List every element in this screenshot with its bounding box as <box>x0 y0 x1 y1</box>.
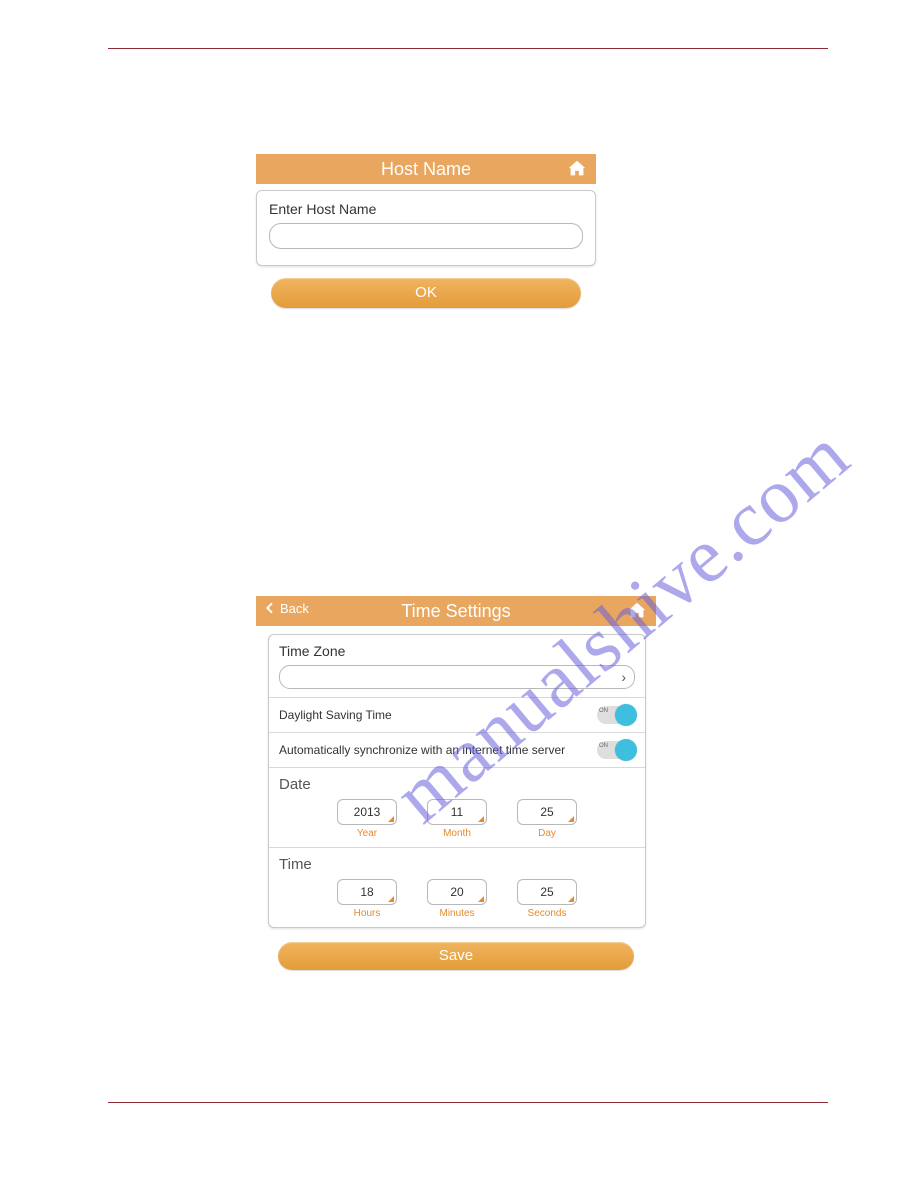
home-icon[interactable] <box>626 600 648 622</box>
time-settings-panel: Back Time Settings Time Zone › Daylight … <box>256 596 656 970</box>
year-item: 2013 Year <box>337 799 397 839</box>
seconds-stepper[interactable]: 25 <box>517 879 577 905</box>
toggle-on-text: ON <box>599 708 608 714</box>
hours-caption: Hours <box>337 908 397 919</box>
toggle-on-text: ON <box>599 743 608 749</box>
time-section: Time 18 Hours 20 Minutes 25 Seconds <box>269 848 645 927</box>
date-label: Date <box>279 776 635 793</box>
dst-section: Daylight Saving Time ON <box>269 698 645 733</box>
month-item: 11 Month <box>427 799 487 839</box>
time-label: Time <box>279 856 635 873</box>
month-stepper[interactable]: 11 <box>427 799 487 825</box>
time-settings-card: Time Zone › Daylight Saving Time ON Auto… <box>268 634 646 928</box>
toggle-knob <box>615 704 637 726</box>
year-stepper[interactable]: 2013 <box>337 799 397 825</box>
year-value: 2013 <box>354 805 381 819</box>
corner-icon <box>568 816 574 822</box>
month-caption: Month <box>427 828 487 839</box>
host-name-title: Host Name <box>381 159 471 179</box>
timezone-label: Time Zone <box>279 643 635 659</box>
seconds-item: 25 Seconds <box>517 879 577 919</box>
time-settings-titlebar: Back Time Settings <box>256 596 656 626</box>
document-page: manualshive.com Host Name Enter Host Nam… <box>0 0 918 1188</box>
dst-toggle[interactable]: ON <box>597 706 635 724</box>
host-name-card: Enter Host Name <box>256 190 596 266</box>
corner-icon <box>388 896 394 902</box>
minutes-item: 20 Minutes <box>427 879 487 919</box>
seconds-caption: Seconds <box>517 908 577 919</box>
date-section: Date 2013 Year 11 Month 25 Day <box>269 768 645 848</box>
day-value: 25 <box>540 805 553 819</box>
day-item: 25 Day <box>517 799 577 839</box>
host-name-titlebar: Host Name <box>256 154 596 184</box>
footer-rule <box>108 1102 828 1103</box>
timezone-select[interactable]: › <box>279 665 635 689</box>
autosync-toggle[interactable]: ON <box>597 741 635 759</box>
autosync-label: Automatically synchronize with an intern… <box>279 743 565 757</box>
timezone-section: Time Zone › <box>269 635 645 698</box>
toggle-knob <box>615 739 637 761</box>
date-picker-row: 2013 Year 11 Month 25 Day <box>279 799 635 839</box>
corner-icon <box>388 816 394 822</box>
minutes-value: 20 <box>450 885 463 899</box>
time-picker-row: 18 Hours 20 Minutes 25 Seconds <box>279 879 635 919</box>
corner-icon <box>478 896 484 902</box>
host-name-panel: Host Name Enter Host Name OK <box>256 154 596 308</box>
dst-label: Daylight Saving Time <box>279 708 392 722</box>
seconds-value: 25 <box>540 885 553 899</box>
ok-button[interactable]: OK <box>271 278 581 308</box>
hours-value: 18 <box>360 885 373 899</box>
day-stepper[interactable]: 25 <box>517 799 577 825</box>
corner-icon <box>478 816 484 822</box>
year-caption: Year <box>337 828 397 839</box>
corner-icon <box>568 896 574 902</box>
month-value: 11 <box>451 805 463 819</box>
hours-stepper[interactable]: 18 <box>337 879 397 905</box>
time-settings-title: Time Settings <box>256 596 656 626</box>
save-button[interactable]: Save <box>278 942 634 970</box>
home-icon[interactable] <box>566 158 588 180</box>
enter-host-name-label: Enter Host Name <box>269 201 583 217</box>
minutes-caption: Minutes <box>427 908 487 919</box>
day-caption: Day <box>517 828 577 839</box>
minutes-stepper[interactable]: 20 <box>427 879 487 905</box>
host-name-input[interactable] <box>269 223 583 249</box>
header-rule <box>108 48 828 49</box>
autosync-section: Automatically synchronize with an intern… <box>269 733 645 768</box>
hours-item: 18 Hours <box>337 879 397 919</box>
chevron-right-icon: › <box>621 669 626 685</box>
